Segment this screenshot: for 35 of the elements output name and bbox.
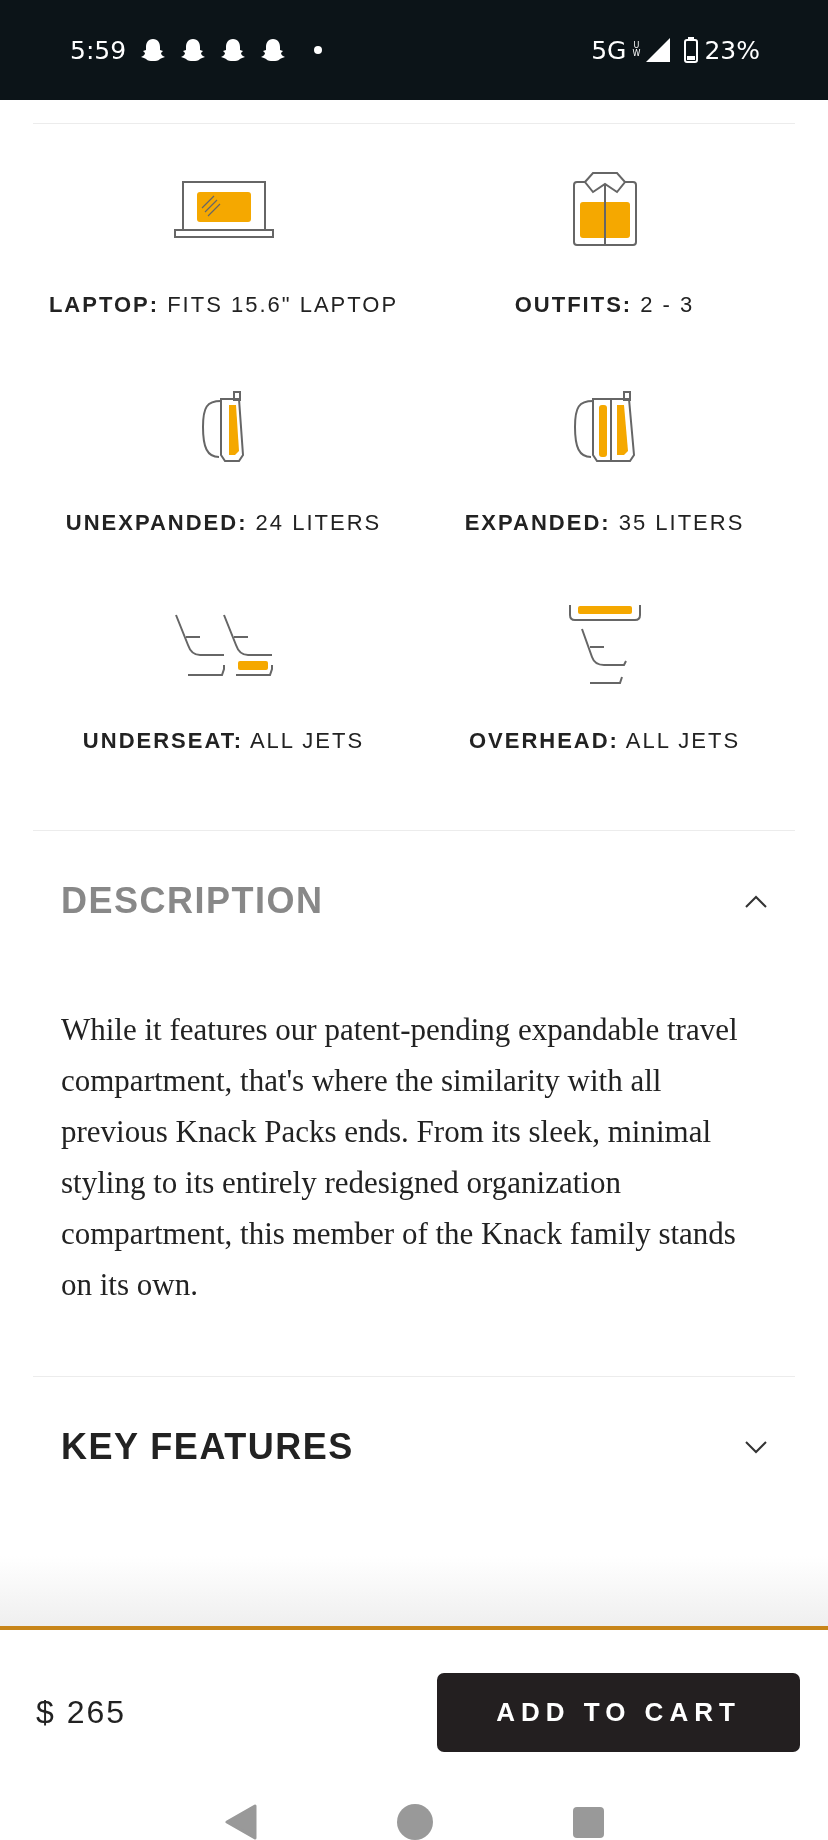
laptop-icon	[173, 180, 274, 238]
spec-text: UNEXPANDED: 24 LITERS	[65, 509, 382, 537]
chevron-down-icon	[745, 1440, 767, 1454]
battery-icon	[684, 37, 699, 63]
section-title: DESCRIPTION	[61, 880, 324, 922]
accordion-header[interactable]: DESCRIPTION	[33, 831, 795, 971]
ghost-icon	[180, 37, 207, 63]
ghost-icon	[260, 37, 287, 63]
spec-text: UNDERSEAT: ALL JETS	[82, 727, 365, 755]
accordion-header[interactable]: KEY FEATURES	[33, 1377, 795, 1517]
spec-text: OVERHEAD: ALL JETS	[468, 727, 741, 755]
seats-icon	[173, 613, 274, 677]
chevron-up-icon	[745, 894, 767, 908]
section-title: KEY FEATURES	[61, 1426, 354, 1468]
shirt-icon	[572, 172, 637, 246]
price: $ 265	[36, 1694, 127, 1731]
signal-icon	[646, 38, 671, 62]
spec-text: LAPTOP: FITS 15.6" LAPTOP	[48, 291, 399, 319]
battery-percent: 23%	[704, 35, 760, 65]
description-text: While it features our patent-pending expandable travel compartment, that's where the similarity with all previous Knack Packs ends. From its sleek, minimal styling to its entirely redesigned organization compartment, this member of the Knack family stands on its own.	[60, 1011, 739, 1304]
network-type: 5G	[591, 35, 627, 65]
status-time: 5:59	[70, 35, 127, 65]
add-to-cart-button[interactable]: ADD TO CART	[437, 1673, 800, 1752]
backpack-icon	[200, 391, 247, 463]
ghost-icon	[140, 37, 167, 63]
back-icon[interactable]	[224, 1804, 257, 1840]
spec-text: OUTFITS: 2 - 3	[514, 291, 695, 319]
ghost-icon	[220, 37, 247, 63]
home-icon[interactable]	[396, 1804, 433, 1840]
dot-icon	[314, 46, 323, 54]
network-subtype: UW	[632, 42, 641, 58]
recents-icon[interactable]	[572, 1806, 604, 1838]
backpack-icon	[572, 391, 637, 463]
seat-overhead-bin-icon	[567, 605, 642, 685]
spec-text: EXPANDED: 35 LITERS	[464, 509, 745, 537]
